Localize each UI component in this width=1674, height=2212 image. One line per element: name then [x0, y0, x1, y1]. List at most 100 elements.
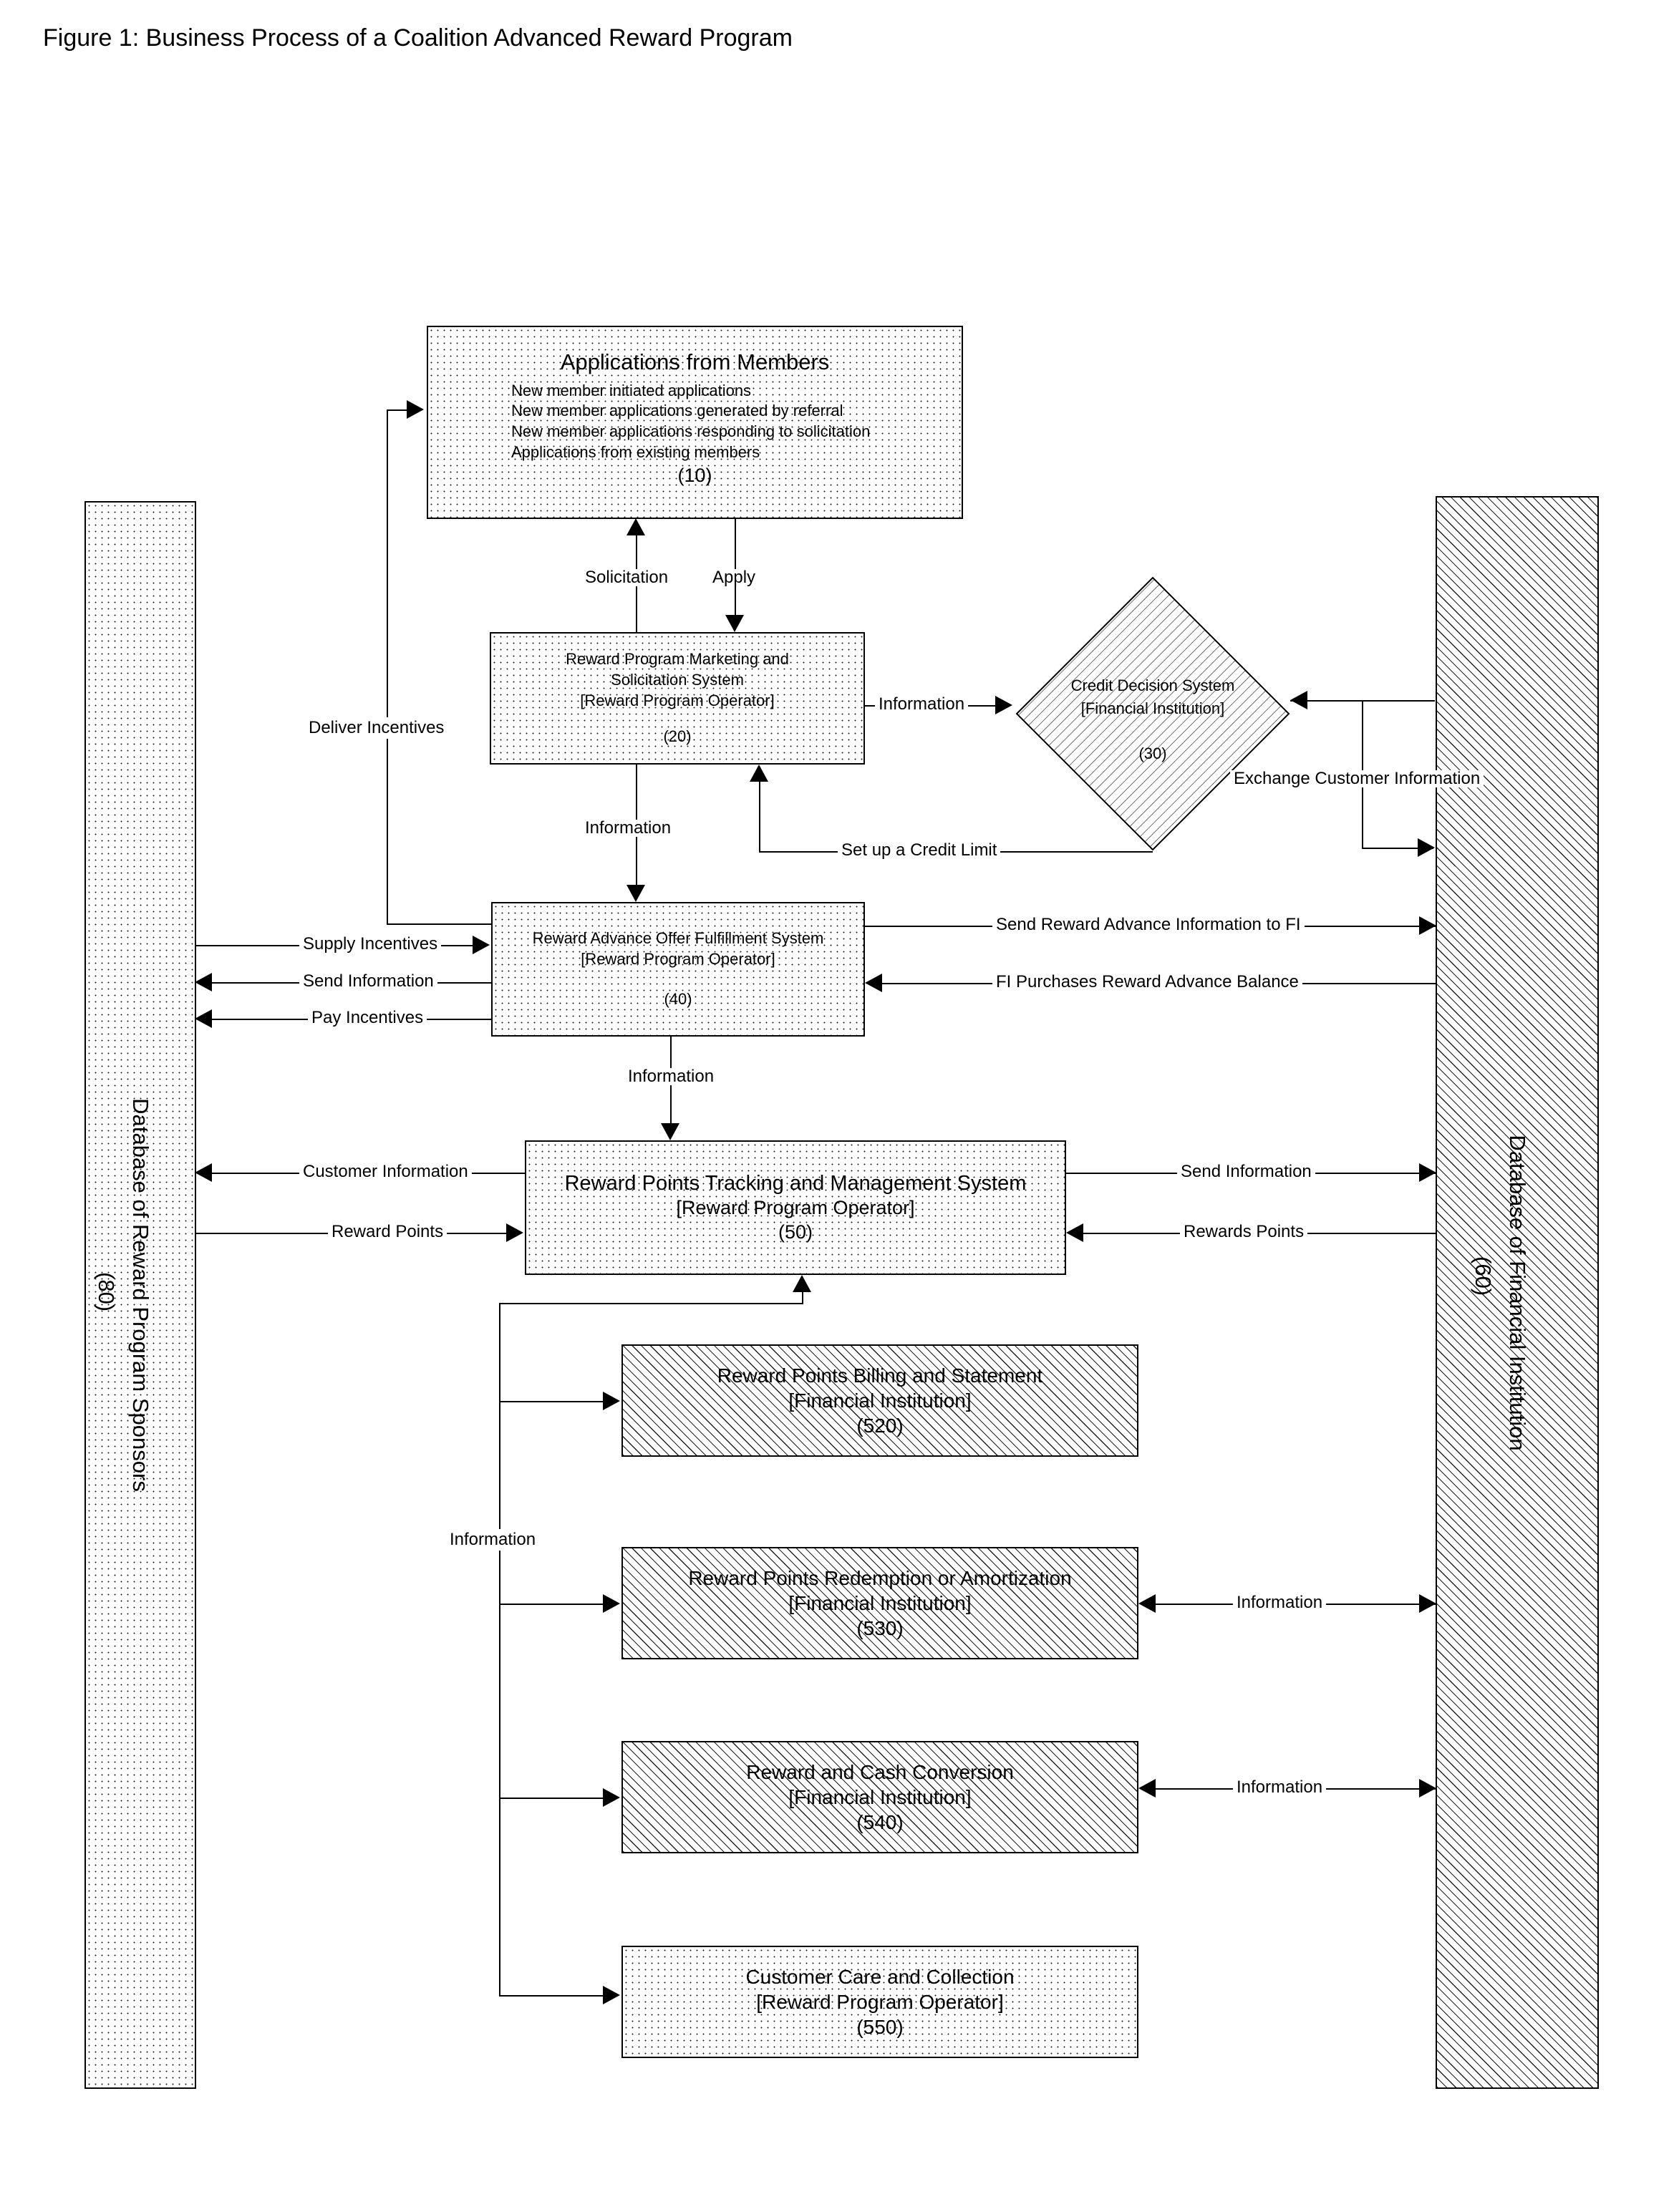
edge-info-20-30-arrowhead [995, 696, 1012, 714]
edge-info-20-40-arrowhead [626, 885, 645, 902]
customer-care-title: Customer Care and Collection [745, 1966, 1015, 1988]
edge-bus-to-540-arrowhead [603, 1788, 620, 1807]
points-tracking-owner: [Reward Program Operator] [676, 1197, 915, 1219]
applications-bullet-2: New member applications generated by ref… [511, 402, 843, 420]
redemption-title: Reward Points Redemption or Amortization [688, 1567, 1072, 1589]
edge-send-information-40-arrowhead [195, 973, 212, 991]
edge-label-solicitation: Solicitation [581, 569, 672, 586]
credit-decision-owner: [Financial Institution] [1080, 699, 1225, 717]
edge-info-40-50-arrowhead [661, 1123, 679, 1140]
conversion-title: Reward and Cash Conversion [746, 1761, 1014, 1783]
edge-label-supply-incentives: Supply Incentives [299, 936, 442, 953]
billing-ref: (520) [856, 1415, 904, 1437]
applications-title: Applications from Members [560, 349, 830, 374]
redemption-owner: [Financial Institution] [788, 1592, 972, 1614]
edge-bus-to-520-arrowhead [603, 1392, 620, 1410]
node-reward-points-redemption[interactable]: Reward Points Redemption or Amortization… [621, 1547, 1138, 1659]
edge-info-530-fi-arrowhead-left [1138, 1594, 1156, 1613]
advance-offer-ref: (40) [664, 990, 692, 1009]
edge-label-send-reward-advance-information: Send Reward Advance Information to FI [992, 916, 1305, 933]
node-customer-care-collection[interactable]: Customer Care and Collection [Reward Pro… [621, 1946, 1138, 2058]
edge-solicitation-arrowhead [626, 518, 645, 535]
edge-label-info-540-fi: Information [1233, 1779, 1327, 1796]
edge-reward-points-left-arrowhead [506, 1223, 523, 1242]
edge-send-information-50-arrowhead [1419, 1163, 1436, 1182]
edge-bus-to-550-line [499, 1995, 604, 1997]
node-marketing-solicitation-system[interactable]: Reward Program Marketing and Solicitatio… [490, 632, 865, 765]
database-reward-program-sponsors[interactable]: Database of Reward Program Sponsors (80) [84, 501, 196, 2089]
edge-send-advance-info-arrowhead [1419, 916, 1436, 935]
node-applications-from-members[interactable]: Applications from Members New member ini… [427, 326, 963, 519]
edge-deliver-incentives-arrowhead [407, 400, 424, 419]
edge-deliver-incentives-v [387, 409, 388, 925]
marketing-title-line2: Solicitation System [611, 670, 744, 689]
edge-label-set-up-credit-limit: Set up a Credit Limit [838, 842, 1001, 859]
edge-apply-arrowhead [725, 615, 744, 632]
applications-ref: (10) [677, 465, 712, 487]
edge-information-bus-arrowhead [793, 1275, 811, 1292]
edge-label-info-20-30: Information [875, 696, 969, 713]
edge-bus-to-550-arrowhead [603, 1986, 620, 2004]
node-credit-decision-system[interactable]: Credit Decision System [Financial Instit… [1015, 576, 1290, 851]
edge-label-exchange-customer-information: Exchange Customer Information [1230, 770, 1484, 787]
edge-deliver-incentives-h-bottom [387, 923, 493, 925]
applications-bullet-1: New member initiated applications [511, 381, 752, 399]
edge-exchange-arrowhead-left [1290, 691, 1307, 709]
advance-offer-title: Reward Advance Offer Fulfillment System [532, 929, 824, 948]
node-reward-cash-conversion[interactable]: Reward and Cash Conversion [Financial In… [621, 1741, 1138, 1853]
applications-bullet-4: Applications from existing members [511, 442, 760, 461]
marketing-ref: (20) [663, 727, 692, 746]
node-reward-points-billing[interactable]: Reward Points Billing and Statement [Fin… [621, 1344, 1138, 1457]
edge-information-bus-up-v [802, 1292, 803, 1304]
customer-care-owner: [Reward Program Operator] [756, 1991, 1004, 2013]
advance-offer-owner: [Reward Program Operator] [581, 949, 775, 968]
figure-canvas: Figure 1: Business Process of a Coalitio… [0, 0, 1674, 2212]
credit-decision-title: Credit Decision System [1070, 676, 1235, 694]
edge-label-rewards-points-right: Rewards Points [1180, 1223, 1308, 1241]
edge-label-info-20-40: Information [581, 820, 675, 837]
conversion-owner: [Financial Institution] [788, 1786, 972, 1808]
edge-label-send-information-40: Send Information [299, 973, 437, 990]
conversion-ref: (540) [856, 1811, 904, 1833]
edge-label-info-530-fi: Information [1233, 1594, 1327, 1611]
edge-credit-limit-v [759, 782, 760, 853]
edge-info-530-fi-arrowhead-right [1419, 1594, 1436, 1613]
edge-supply-incentives-arrowhead [473, 936, 490, 954]
edge-bus-to-530-line [499, 1604, 604, 1605]
node-reward-advance-offer-fulfillment[interactable]: Reward Advance Offer Fulfillment System … [491, 902, 865, 1037]
edge-info-540-fi-arrowhead-right [1419, 1779, 1436, 1798]
edge-label-information-bus: Information [445, 1529, 541, 1551]
edge-fi-purchases-arrowhead [865, 974, 882, 992]
points-tracking-ref: (50) [778, 1221, 813, 1243]
edge-credit-limit-arrowhead [750, 765, 768, 782]
marketing-owner: [Reward Program Operator] [580, 691, 775, 709]
node-reward-points-tracking[interactable]: Reward Points Tracking and Management Sy… [525, 1140, 1066, 1275]
billing-owner: [Financial Institution] [788, 1389, 972, 1412]
edge-deliver-incentives-h-top [387, 409, 408, 411]
points-tracking-title: Reward Points Tracking and Management Sy… [564, 1172, 1027, 1195]
customer-care-ref: (550) [856, 2016, 904, 2038]
billing-title: Reward Points Billing and Statement [717, 1364, 1043, 1387]
database-sponsors-label: Database of Reward Program Sponsors [128, 1098, 153, 1492]
edge-label-deliver-incentives: Deliver Incentives [304, 717, 449, 739]
edge-info-540-fi-arrowhead-left [1138, 1779, 1156, 1798]
database-sponsors-ref: (80) [94, 1272, 119, 1312]
edge-pay-incentives-arrowhead [195, 1009, 212, 1028]
edge-bus-to-520-line [499, 1401, 604, 1402]
edge-information-bus-vline [499, 1303, 500, 1995]
edge-apply-line [735, 519, 736, 615]
edge-label-apply: Apply [709, 569, 760, 586]
marketing-title-line1: Reward Program Marketing and [566, 650, 789, 669]
figure-title: Figure 1: Business Process of a Coalitio… [43, 24, 793, 52]
database-financial-label: Database of Financial Institution [1505, 1134, 1530, 1451]
edge-rewards-points-right-arrowhead [1066, 1223, 1083, 1242]
redemption-ref: (530) [856, 1617, 904, 1639]
database-financial-institution[interactable]: Database of Financial Institution (60) [1436, 496, 1599, 2089]
edge-exchange-arrowhead-right [1418, 838, 1435, 857]
edge-label-pay-incentives: Pay Incentives [308, 1009, 427, 1027]
edge-label-customer-information: Customer Information [299, 1163, 472, 1180]
edge-bus-to-530-arrowhead [603, 1594, 620, 1613]
credit-decision-ref: (30) [1138, 744, 1167, 762]
edge-information-bus-top-h [499, 1303, 803, 1304]
edge-label-info-40-50: Information [624, 1068, 718, 1085]
